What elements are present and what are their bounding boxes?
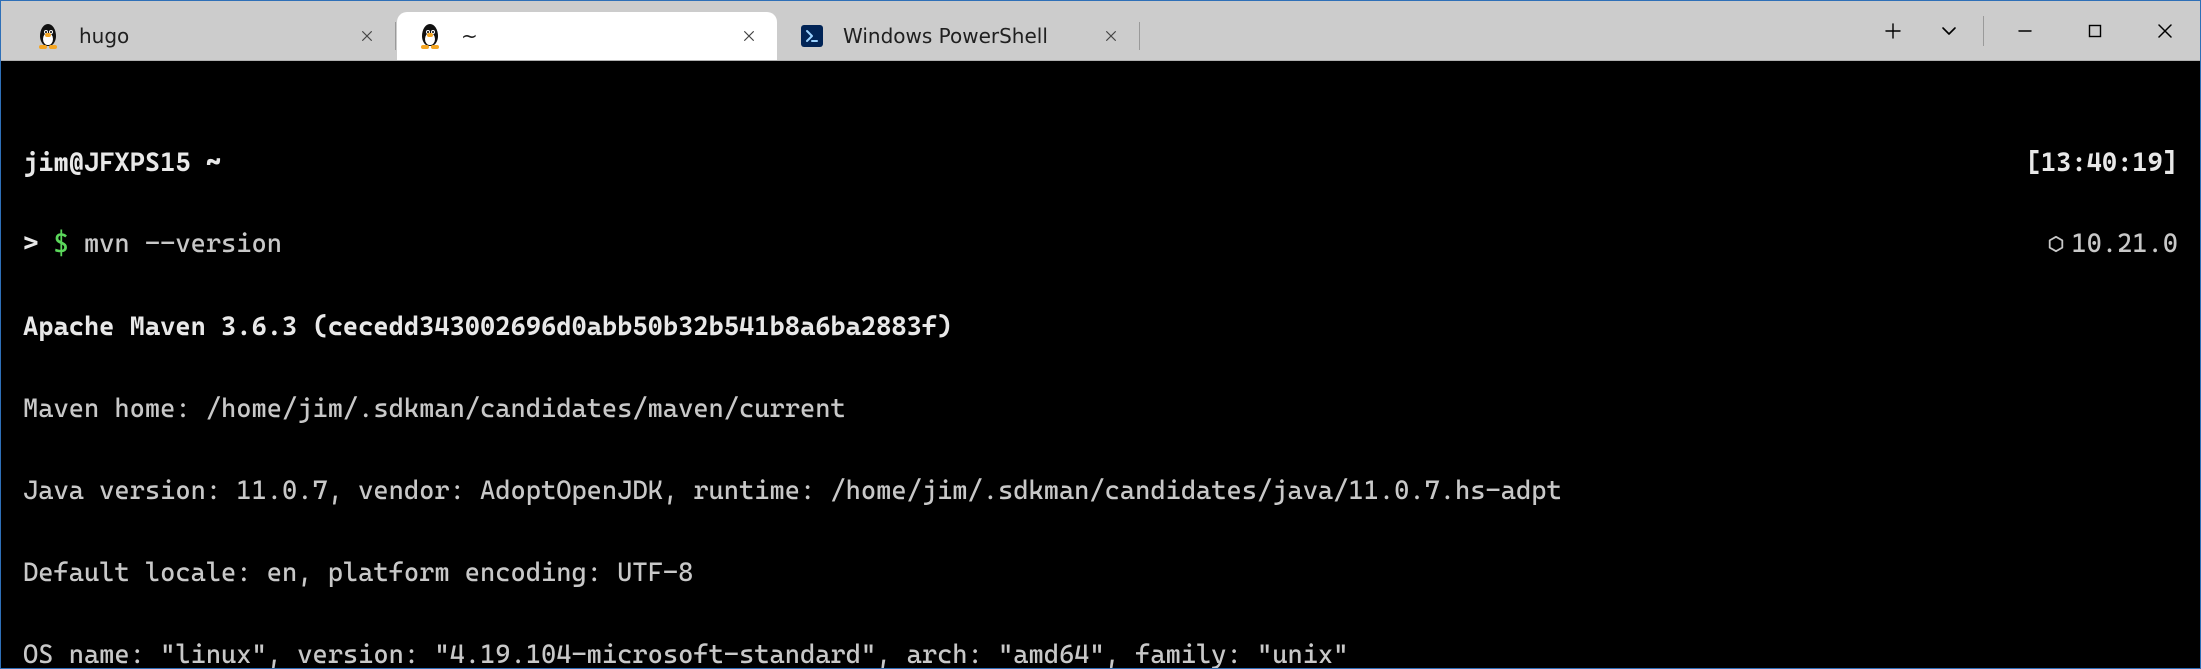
- tab-label: ~: [461, 24, 735, 48]
- output-line: Maven home: /home/jim/.sdkman/candidates…: [23, 394, 846, 424]
- terminal-body[interactable]: jim@JFXPS15 ~ [13:40:19] > $ mvn --versi…: [1, 61, 2200, 668]
- prompt-time: [13:40:19]: [2026, 148, 2178, 178]
- tab-hugo[interactable]: hugo: [15, 12, 395, 60]
- output-line: Apache Maven 3.6.3 (cecedd343002696d0abb…: [23, 312, 952, 342]
- terminal-window: hugo ~ Windows PowerShell: [0, 0, 2201, 669]
- prompt-dollar: $: [53, 229, 68, 259]
- tab-label: Windows PowerShell: [843, 24, 1097, 48]
- titlebar: hugo ~ Windows PowerShell: [1, 1, 2200, 61]
- new-tab-button[interactable]: [1865, 1, 1921, 60]
- command-text: mvn --version: [69, 229, 282, 259]
- prompt-context: jim@JFXPS15 ~: [23, 148, 221, 178]
- tux-icon: [37, 25, 59, 47]
- tab-powershell[interactable]: Windows PowerShell: [779, 12, 1139, 60]
- tab-label: hugo: [79, 24, 353, 48]
- powershell-icon: [801, 25, 823, 47]
- close-window-button[interactable]: [2130, 1, 2200, 60]
- close-tab-button[interactable]: [735, 22, 763, 50]
- prompt-marker: >: [23, 229, 53, 259]
- tux-icon: [419, 25, 441, 47]
- output-line: OS name: "linux", version: "4.19.104-mic…: [23, 640, 1348, 668]
- maximize-button[interactable]: [2060, 1, 2130, 60]
- tab-home[interactable]: ~: [397, 12, 777, 60]
- separator: [1983, 16, 1984, 46]
- titlebar-actions: [1865, 1, 2200, 60]
- hexagon-icon: [2047, 232, 2065, 259]
- close-tab-button[interactable]: [353, 22, 381, 50]
- tab-strip: hugo ~ Windows PowerShell: [1, 1, 1141, 60]
- rprompt-version: 10.21.0: [2071, 229, 2178, 259]
- output-line: Java version: 11.0.7, vendor: AdoptOpenJ…: [23, 476, 1562, 506]
- minimize-button[interactable]: [1990, 1, 2060, 60]
- output-line: Default locale: en, platform encoding: U…: [23, 558, 693, 588]
- close-tab-button[interactable]: [1097, 22, 1125, 50]
- tab-dropdown-button[interactable]: [1921, 1, 1977, 60]
